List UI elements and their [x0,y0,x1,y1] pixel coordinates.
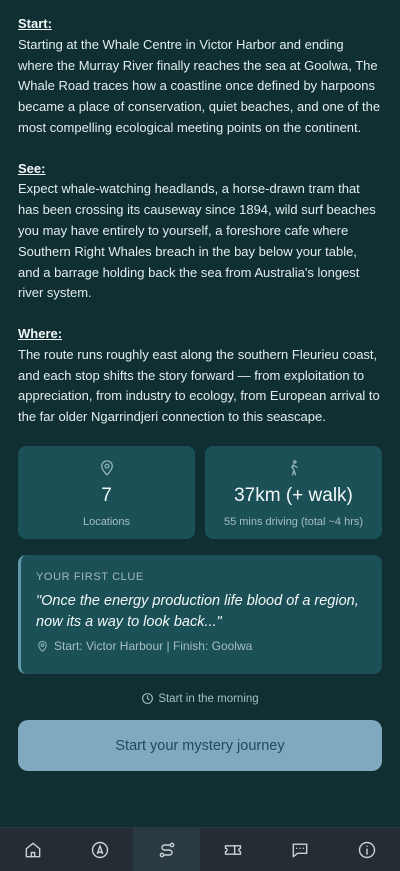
section-where: Where: The route runs roughly east along… [18,324,382,428]
timing-text: Start in the morning [158,692,259,705]
nav-home[interactable] [0,828,67,871]
distance-label: 55 mins driving (total ~4 hrs) [223,516,364,529]
compass-icon [91,841,109,858]
stats-row: 7 Locations 37km (+ walk) 55 mins drivin… [18,446,382,540]
clue-quote: "Once the energy production life blood o… [36,593,359,631]
map-pin-icon [38,640,47,652]
section-see: See: Expect whale-watching headlands, a … [18,159,382,304]
route-icon [159,842,175,857]
map-pin-icon [100,460,113,476]
nav-tickets[interactable] [200,828,267,871]
nav-messages[interactable] [267,828,334,871]
section-body: Starting at the Whale Centre in Victor H… [18,36,381,135]
clue-route: Start: Victor Harbour | Finish: Goolwa [36,639,368,653]
locations-card: 7 Locations [18,446,195,540]
start-timing: Start in the morning [18,692,382,705]
section-start: Start: Starting at the Whale Centre in V… [18,14,382,139]
nav-info[interactable] [333,828,400,871]
home-icon [25,842,41,857]
section-heading: Start: [18,16,52,31]
walking-person-icon [290,460,298,476]
nav-journeys[interactable] [133,828,201,871]
clue-title: YOUR FIRST CLUE [36,571,144,584]
ticket-icon [225,844,242,855]
section-body: Expect whale-watching headlands, a horse… [18,181,376,301]
nav-explore[interactable] [67,828,134,871]
distance-card: 37km (+ walk) 55 mins driving (total ~4 … [205,446,382,540]
distance-value: 37km (+ walk) [234,485,353,507]
section-body: The route runs roughly east along the so… [18,346,380,425]
bottom-nav [0,827,400,871]
locations-value: 7 [101,485,112,507]
section-heading: Where: [18,326,63,342]
first-clue-card: YOUR FIRST CLUE "Once the energy product… [18,555,382,675]
locations-label: Locations [82,516,131,529]
info-icon [358,841,375,858]
section-heading: See: [18,160,46,176]
clock-icon [142,693,154,704]
clue-meta-text: Start: Victor Harbour | Finish: Goolwa [54,639,253,654]
chat-icon [292,842,308,857]
start-journey-button[interactable]: Start your mystery journey [18,720,382,772]
journey-detail: Start: Starting at the Whale Centre in V… [0,0,400,772]
